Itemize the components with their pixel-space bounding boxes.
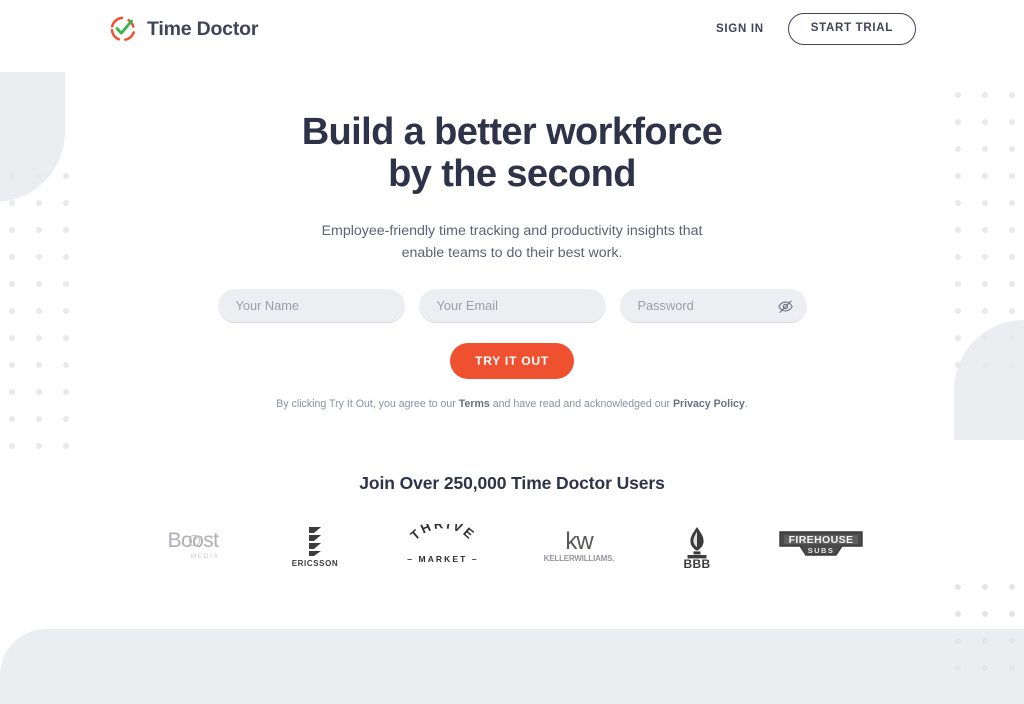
top-navigation-bar: Time Doctor SIGN IN START TRIAL (0, 0, 1024, 58)
terms-link[interactable]: Terms (459, 398, 490, 410)
bbb-logo-icon: BBB (684, 527, 711, 570)
name-input[interactable] (217, 289, 405, 323)
eye-off-icon (778, 299, 793, 313)
svg-text:THRIVE: THRIVE (407, 524, 478, 543)
svg-text:ERICSSON: ERICSSON (292, 559, 339, 568)
svg-text:kw: kw (565, 528, 594, 555)
svg-text:FIREHOUSE: FIREHOUSE (789, 534, 854, 546)
legal-suffix: . (744, 398, 748, 411)
password-field-wrapper (619, 289, 807, 323)
logo-thrive-market: THRIVE – MARKET – (402, 522, 484, 570)
signup-form (0, 289, 1024, 323)
social-proof-section: Join Over 250,000 Time Doctor Users Boos… (0, 473, 1024, 570)
sign-in-link[interactable]: SIGN IN (716, 23, 764, 35)
start-trial-button[interactable]: START TRIAL (787, 13, 916, 45)
svg-text:MEDIA: MEDIA (191, 553, 220, 560)
thrive-market-logo-icon: THRIVE – MARKET – (407, 524, 479, 564)
logo-keller-williams: kw KELLERWILLIAMS. (540, 522, 618, 570)
privacy-policy-link[interactable]: Privacy Policy (673, 398, 745, 410)
legal-middle: and have read and acknowledged our (489, 398, 673, 411)
logo-firehouse-subs: FIREHOUSE SUBS (776, 522, 866, 570)
timedoctor-clock-check-logo-icon (110, 16, 135, 41)
logo-bbb: BBB (674, 522, 720, 570)
headline-line-2: by the second (388, 153, 636, 195)
name-field-wrapper (217, 289, 405, 323)
svg-text:KELLERWILLIAMS.: KELLERWILLIAMS. (544, 554, 615, 563)
headline-line-1: Build a better workforce (301, 111, 723, 153)
svg-text:– MARKET –: – MARKET – (407, 554, 479, 564)
boost-media-logo-icon: Boost MEDIA (168, 529, 220, 560)
svg-text:BBB: BBB (684, 557, 711, 570)
email-input[interactable] (418, 289, 606, 323)
nav-actions: SIGN IN START TRIAL (716, 13, 916, 45)
hero-subtitle: Employee-friendly time tracking and prod… (321, 223, 703, 261)
keller-williams-logo-icon: kw KELLERWILLIAMS. (544, 528, 615, 563)
social-proof-title: Join Over 250,000 Time Doctor Users (359, 473, 665, 494)
logo-ericsson: ERICSSON (284, 522, 346, 570)
customer-logo-row: Boost MEDIA ERICSSON THRIVE – MARKET – k… (0, 522, 1024, 570)
brand-name-label: Time Doctor (147, 17, 259, 40)
page-title: Build a better workforce by the second (0, 111, 1024, 195)
svg-text:SUBS: SUBS (808, 546, 834, 555)
legal-prefix: By clicking Try It Out, you agree to our (276, 398, 459, 411)
svg-text:Boost: Boost (168, 529, 219, 552)
landing-page: Time Doctor SIGN IN START TRIAL Build a … (0, 0, 1024, 704)
email-field-wrapper (418, 289, 606, 323)
password-visibility-toggle[interactable] (777, 297, 795, 315)
hero-section: Build a better workforce by the second E… (0, 58, 1024, 570)
ericsson-logo-icon: ERICSSON (292, 527, 339, 568)
cta-wrapper: TRY IT OUT (0, 343, 1024, 380)
brand-logo[interactable]: Time Doctor (108, 14, 258, 44)
logo-boost-media: Boost MEDIA (158, 522, 228, 570)
legal-disclaimer: By clicking Try It Out, you agree to our… (0, 397, 1024, 411)
try-it-out-button[interactable]: TRY IT OUT (449, 343, 575, 380)
firehouse-subs-logo-icon: FIREHOUSE SUBS (779, 531, 863, 556)
